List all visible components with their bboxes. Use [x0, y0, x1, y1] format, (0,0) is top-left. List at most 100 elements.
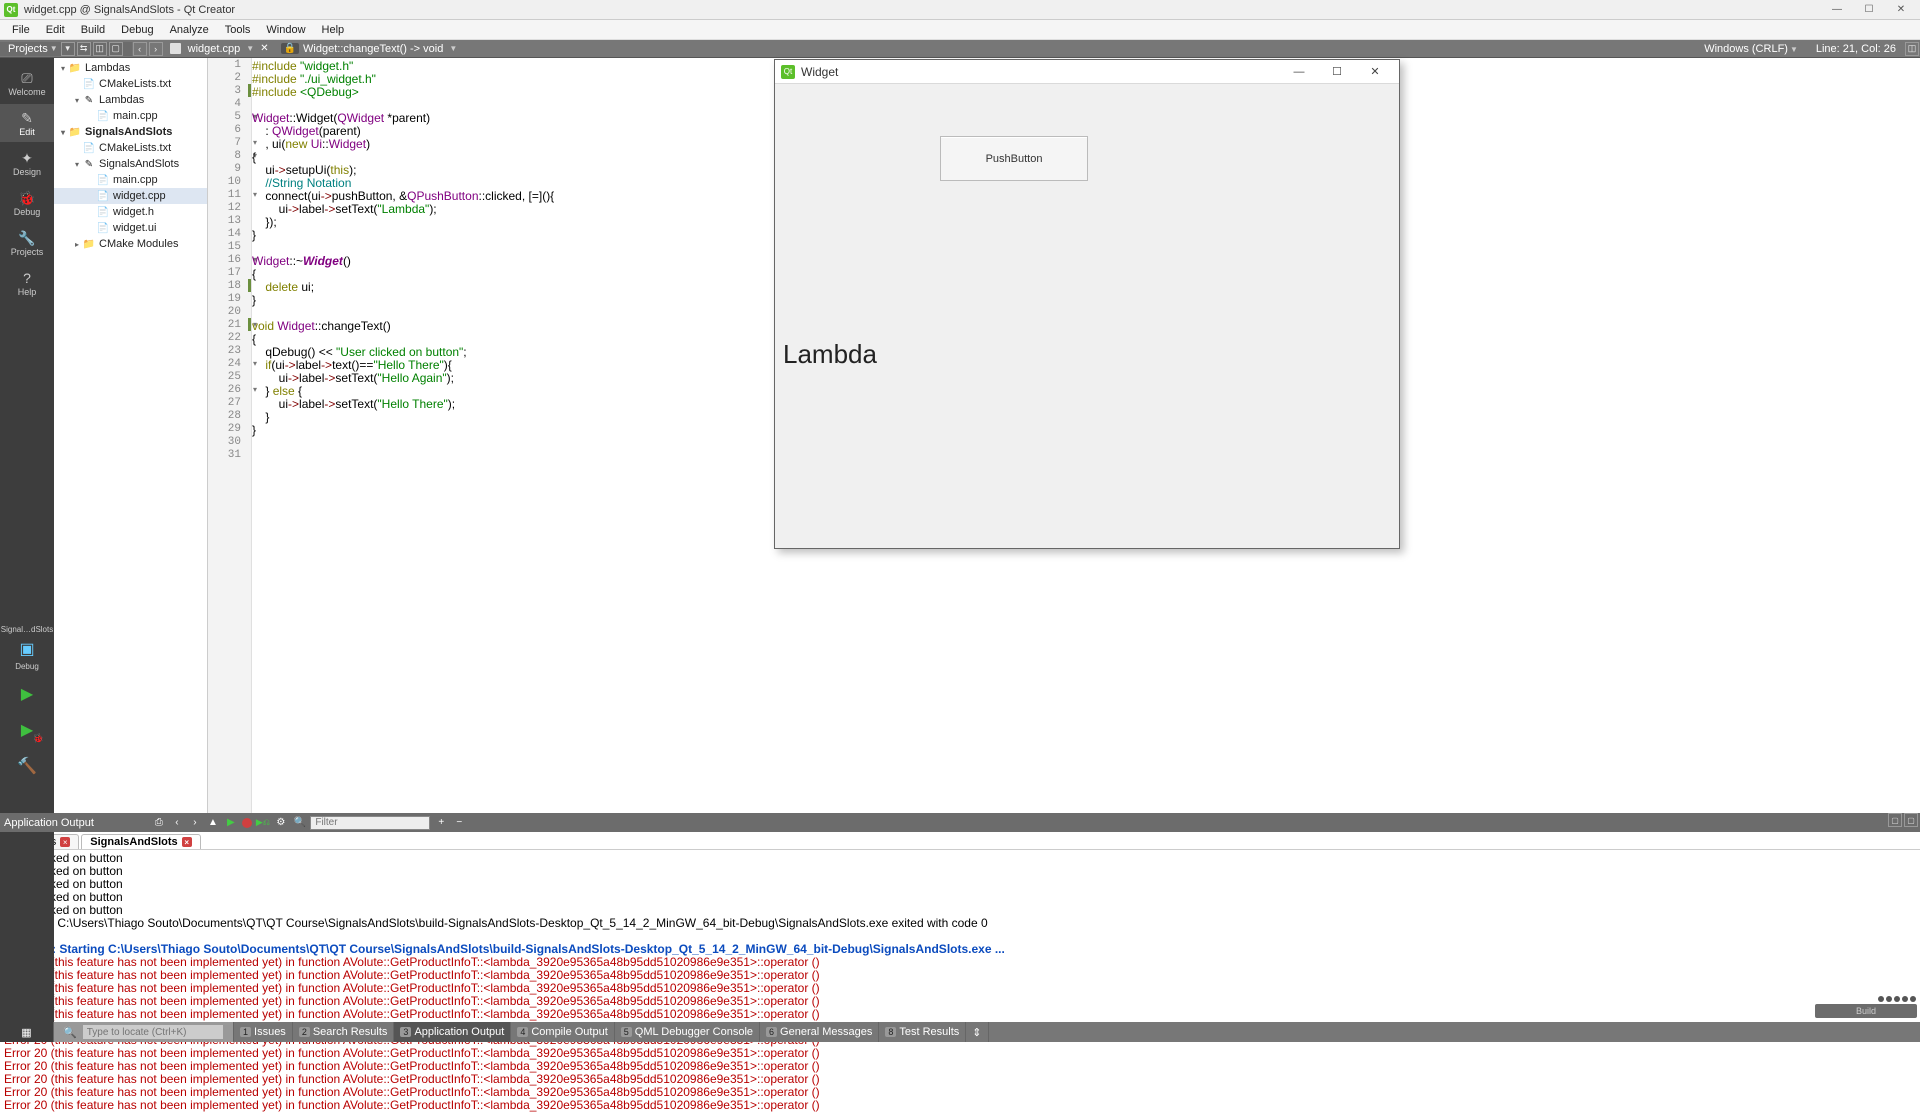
target-icon[interactable]: ▣: [19, 639, 34, 659]
status-tab-general-messages[interactable]: 6General Messages: [760, 1022, 879, 1042]
app-maximize-button[interactable]: ☐: [1319, 61, 1355, 83]
settings-output-icon[interactable]: ⚙: [274, 816, 288, 830]
status-extras-icon[interactable]: ⇕: [966, 1022, 988, 1042]
minimize-button[interactable]: —: [1822, 1, 1852, 19]
mode-welcome[interactable]: ⎚Welcome: [0, 64, 54, 102]
tree-item[interactable]: ▾✎SignalsAndSlots: [54, 156, 207, 172]
line-number: 25: [208, 370, 251, 383]
menu-tools[interactable]: Tools: [217, 24, 259, 36]
build-mode: Debug: [15, 663, 39, 672]
menu-analyze[interactable]: Analyze: [162, 24, 217, 36]
mode-debug[interactable]: 🐞Debug: [0, 184, 54, 222]
push-button[interactable]: PushButton: [940, 136, 1088, 181]
file-icon: ✎: [82, 94, 96, 106]
maximize-output-icon[interactable]: ▢: [1888, 813, 1902, 827]
maximize-button[interactable]: ☐: [1854, 1, 1884, 19]
add-output-icon[interactable]: +: [434, 816, 448, 830]
debug-button[interactable]: ▶🐞: [6, 714, 48, 746]
nav-back-icon[interactable]: ‹: [133, 42, 147, 56]
tree-item[interactable]: 📄main.cpp: [54, 172, 207, 188]
close-button[interactable]: ✕: [1886, 1, 1916, 19]
run-output-icon[interactable]: ▶: [224, 816, 238, 830]
tree-item[interactable]: 📄widget.cpp: [54, 188, 207, 204]
status-tab-qml-debugger-console[interactable]: 5QML Debugger Console: [615, 1022, 760, 1042]
status-tab-application-output[interactable]: 3Application Output: [394, 1022, 511, 1042]
mode-projects[interactable]: 🔧Projects: [0, 224, 54, 262]
close-tab-icon[interactable]: ×: [182, 837, 192, 847]
status-tab-issues[interactable]: 1Issues: [234, 1022, 293, 1042]
tree-item[interactable]: 📄widget.h: [54, 204, 207, 220]
menu-help[interactable]: Help: [314, 24, 353, 36]
close-sidebar-icon[interactable]: ▦: [0, 1022, 54, 1042]
status-tab-search-results[interactable]: 2Search Results: [293, 1022, 395, 1042]
tab-dropdown-icon[interactable]: ▼: [244, 44, 256, 53]
mode-design[interactable]: ✦Design: [0, 144, 54, 182]
breadcrumb-dropdown-icon[interactable]: ▼: [447, 44, 459, 53]
menu-edit[interactable]: Edit: [38, 24, 73, 36]
tree-item[interactable]: 📄CMakeLists.txt: [54, 140, 207, 156]
line-number: 29: [208, 422, 251, 435]
rerun-icon[interactable]: ▶⎌: [256, 816, 270, 830]
status-tab-test-results[interactable]: 8Test Results: [879, 1022, 966, 1042]
expand-icon[interactable]: ▾: [72, 96, 82, 105]
run-button[interactable]: ▶: [6, 678, 48, 710]
arrow-up-icon[interactable]: ▲: [206, 816, 220, 830]
welcome-icon: ⎚: [16, 69, 38, 87]
output-filter-input[interactable]: [310, 816, 430, 830]
menu-window[interactable]: Window: [258, 24, 313, 36]
mode-help[interactable]: ?Help: [0, 264, 54, 302]
project-tree[interactable]: ▾📁Lambdas📄CMakeLists.txt▾✎Lambdas📄main.c…: [54, 58, 208, 813]
nav-forward-icon[interactable]: ›: [149, 42, 163, 56]
close-output-icon[interactable]: ▢: [1904, 813, 1918, 827]
projects-dropdown[interactable]: Projects: [8, 43, 48, 55]
split-editor-icon[interactable]: ◫: [1905, 42, 1919, 56]
kit-label[interactable]: Signal…dSlots: [1, 626, 53, 635]
menu-build[interactable]: Build: [73, 24, 113, 36]
next-output-icon[interactable]: ›: [188, 816, 202, 830]
prev-output-icon[interactable]: ‹: [170, 816, 184, 830]
close-pane-icon[interactable]: ▢: [109, 42, 123, 56]
output-tab[interactable]: SignalsAndSlots×: [81, 834, 200, 849]
close-tab-icon[interactable]: ×: [60, 837, 70, 847]
split-icon[interactable]: ◫: [93, 42, 107, 56]
tree-item[interactable]: ▸📁CMake Modules: [54, 236, 207, 252]
menu-file[interactable]: File: [4, 24, 38, 36]
sync-icon[interactable]: ⇆: [77, 42, 91, 56]
help-icon: ?: [16, 269, 38, 287]
tree-item[interactable]: ▾✎Lambdas: [54, 92, 207, 108]
tree-item[interactable]: 📄CMakeLists.txt: [54, 76, 207, 92]
expand-icon[interactable]: ▾: [58, 64, 68, 73]
output-label: Lambda: [783, 339, 877, 370]
attach-icon[interactable]: ⎙: [152, 816, 166, 830]
status-tab-compile-output[interactable]: 4Compile Output: [511, 1022, 614, 1042]
menu-debug[interactable]: Debug: [113, 24, 161, 36]
encoding-label[interactable]: Windows (CRLF): [1704, 43, 1788, 55]
app-close-button[interactable]: ✕: [1357, 61, 1393, 83]
mode-edit[interactable]: ✎Edit: [0, 104, 54, 142]
tree-label: widget.h: [113, 206, 154, 218]
line-number: 9: [208, 162, 251, 175]
expand-icon[interactable]: ▸: [72, 240, 82, 249]
running-app-window[interactable]: Qt Widget — ☐ ✕ PushButton Lambda: [774, 59, 1400, 549]
projects-icon: 🔧: [16, 229, 38, 247]
filter-icon[interactable]: ▾: [61, 42, 75, 56]
expand-icon[interactable]: ▾: [58, 128, 68, 137]
app-minimize-button[interactable]: —: [1281, 61, 1317, 83]
stop-output-icon[interactable]: [242, 818, 252, 828]
locate-input[interactable]: [83, 1025, 223, 1039]
tree-label: Lambdas: [99, 94, 144, 106]
tab-close-icon[interactable]: ✕: [260, 43, 268, 54]
locate-icon: 🔍: [63, 1026, 77, 1039]
tree-item[interactable]: 📄main.cpp: [54, 108, 207, 124]
symbol-breadcrumb[interactable]: Widget::changeText() -> void: [303, 43, 443, 55]
encoding-dropdown-icon[interactable]: ▼: [1788, 45, 1800, 54]
tree-item[interactable]: ▾📁SignalsAndSlots: [54, 124, 207, 140]
lock-icon: 🔒: [281, 43, 299, 54]
build-button[interactable]: 🔨: [6, 750, 48, 782]
editor-tab[interactable]: widget.cpp: [188, 43, 241, 55]
expand-icon[interactable]: ▾: [72, 160, 82, 169]
remove-output-icon[interactable]: −: [452, 816, 466, 830]
tree-item[interactable]: 📄widget.ui: [54, 220, 207, 236]
tree-item[interactable]: ▾📁Lambdas: [54, 60, 207, 76]
output-body[interactable]: User clicked on buttonUser clicked on bu…: [0, 850, 1920, 1113]
